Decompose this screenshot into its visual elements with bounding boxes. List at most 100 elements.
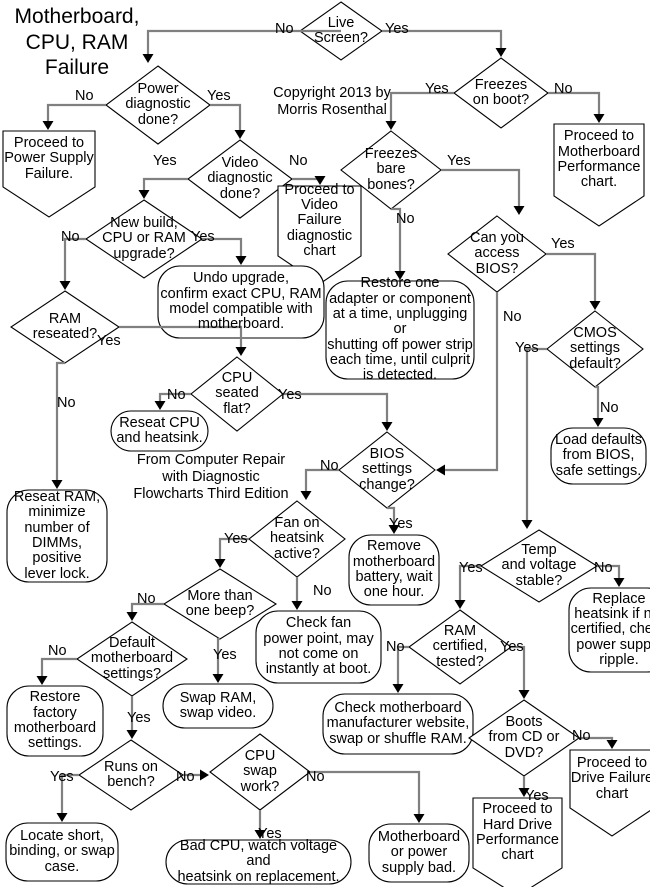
edge-label-lbl_bios_access_yes: Yes	[551, 236, 575, 252]
flowchart-svg	[2, 1, 650, 887]
arrowhead-13	[593, 114, 605, 123]
connector-5	[292, 177, 322, 182]
arrowhead-1	[495, 48, 507, 57]
edge-label-lbl_power_no: No	[75, 88, 94, 104]
page-title: Motherboard, CPU, RAM Failure	[14, 5, 140, 80]
edge-label-lbl_beep_yes: Yes	[213, 647, 237, 663]
edge-label-lbl_video_yes: Yes	[153, 153, 177, 169]
node-shape-restore_factory	[6, 685, 104, 757]
node-shape-locate_short	[5, 822, 119, 882]
node-shape-proceed_power	[2, 130, 96, 218]
node-shape-check_mb_site	[322, 693, 474, 755]
connector-19	[525, 347, 547, 526]
arrowhead-3	[234, 130, 246, 139]
edge-label-lbl_live_yes: Yes	[385, 21, 409, 37]
edge-label-lbl_power_yes: Yes	[207, 88, 231, 104]
edge-label-lbl_freeze_no: No	[554, 81, 573, 97]
edge-label-lbl_newbuild_no: No	[61, 229, 80, 245]
arrowhead-5	[314, 176, 326, 185]
connector-6	[63, 237, 86, 287]
node-shape-proceed_mb_perf	[553, 123, 645, 227]
edge-label-lbl_cmos_no: No	[600, 400, 619, 416]
arrowhead-36	[606, 740, 618, 749]
edge-label-lbl_cmos_yes: Yes	[515, 340, 539, 356]
arrowhead-29	[200, 769, 209, 781]
copyright-notice: Copyright 2013 by Morris Rosenthal	[273, 85, 391, 119]
arrowhead-26	[36, 676, 48, 685]
arrowhead-18	[592, 418, 604, 427]
arrowhead-9	[51, 480, 63, 489]
connector-2	[46, 103, 106, 127]
edge-label-lbl_cpuswap_no: No	[306, 769, 325, 785]
edge-label-lbl_ram_no: No	[57, 395, 76, 411]
node-shape-default_mb	[76, 621, 188, 697]
connector-4	[142, 177, 188, 196]
edge-label-lbl_cpuseat_yes: Yes	[278, 387, 302, 403]
arrowhead-14	[513, 206, 525, 215]
arrowhead-33	[613, 578, 625, 587]
node-shape-swap_ram_video	[162, 683, 274, 729]
node-shape-bios_change	[338, 431, 436, 509]
node-shape-fan_active	[248, 500, 346, 578]
arrowhead-32	[454, 600, 466, 609]
edge-label-lbl_bare_no: No	[396, 211, 415, 227]
arrowhead-19	[521, 520, 533, 529]
node-shape-restore_one	[325, 280, 475, 380]
node-shape-can_access_bios	[447, 215, 547, 293]
node-shape-check_fan	[255, 610, 382, 684]
arrowhead-8	[235, 347, 247, 356]
connector-20	[304, 468, 339, 497]
edge-label-lbl_newbuild_yes: Yes	[191, 229, 215, 245]
arrowhead-24	[126, 612, 138, 621]
edge-label-lbl_bench_yes: Yes	[50, 769, 74, 785]
edge-label-lbl_ramcert_no: No	[386, 639, 405, 655]
edge-label-lbl_default_yes: Yes	[127, 710, 151, 726]
arrowhead-25	[212, 674, 224, 683]
edge-label-lbl_boots_yes: Yes	[525, 788, 549, 804]
node-shape-replace_heatsink	[568, 587, 650, 673]
connector-26	[40, 657, 77, 682]
node-shape-proceed_hd_perf	[472, 797, 563, 887]
edge-label-lbl_default_no: No	[48, 643, 67, 659]
node-shape-boots_cd	[468, 699, 580, 777]
connector-14	[441, 168, 521, 212]
arrowhead-31	[413, 814, 425, 823]
edge-label-lbl_bench_no: No	[176, 769, 195, 785]
edge-label-lbl_video_no: No	[289, 153, 308, 169]
node-shape-load_defaults	[550, 427, 647, 485]
arrowhead-6	[59, 281, 71, 290]
edge-label-lbl_boots_no: No	[572, 728, 591, 744]
node-shape-bad_cpu	[165, 839, 352, 885]
arrowhead-15	[394, 271, 406, 280]
edge-label-lbl_beep_no: No	[137, 591, 156, 607]
arrowhead-7	[235, 256, 247, 265]
node-shape-ram_reseated	[10, 290, 120, 364]
arrowhead-35	[518, 690, 530, 699]
source-attribution: From Computer Repair with Diagnostic Flo…	[133, 452, 289, 503]
node-shape-mb_or_power	[368, 823, 470, 883]
edge-label-lbl_temp_yes: Yes	[459, 560, 483, 576]
edge-label-lbl_morethan_yes: Yes	[224, 531, 248, 547]
arrowhead-22	[291, 601, 303, 610]
arrowhead-4	[138, 190, 150, 199]
edge-label-lbl_fan_no: No	[313, 583, 332, 599]
connector-13	[548, 91, 601, 120]
connector-9	[55, 361, 65, 486]
arrowhead-28	[56, 813, 68, 822]
arrowhead-16	[589, 301, 601, 310]
edge-label-lbl_biosch_no: No	[320, 458, 339, 474]
edge-label-lbl_cpuseat_no: No	[167, 387, 186, 403]
node-shape-reseat_cpu	[110, 410, 209, 452]
edge-label-lbl_bare_yes: Yes	[447, 153, 471, 169]
edge-label-lbl_freeze_yes: Yes	[425, 81, 449, 97]
edge-label-lbl_cpuswap_yes: Yes	[258, 826, 282, 842]
connector-16	[546, 252, 597, 307]
edge-label-lbl_live_no: No	[275, 21, 294, 37]
edge-label-lbl_biosch_yes: Yes	[389, 516, 413, 532]
arrowhead-23	[214, 559, 226, 568]
arrowhead-2	[42, 121, 54, 130]
node-shape-freezes_boot	[453, 57, 549, 129]
arrowhead-11	[381, 422, 393, 431]
node-shape-cmos_default	[546, 310, 644, 388]
arrowhead-10	[154, 401, 166, 410]
